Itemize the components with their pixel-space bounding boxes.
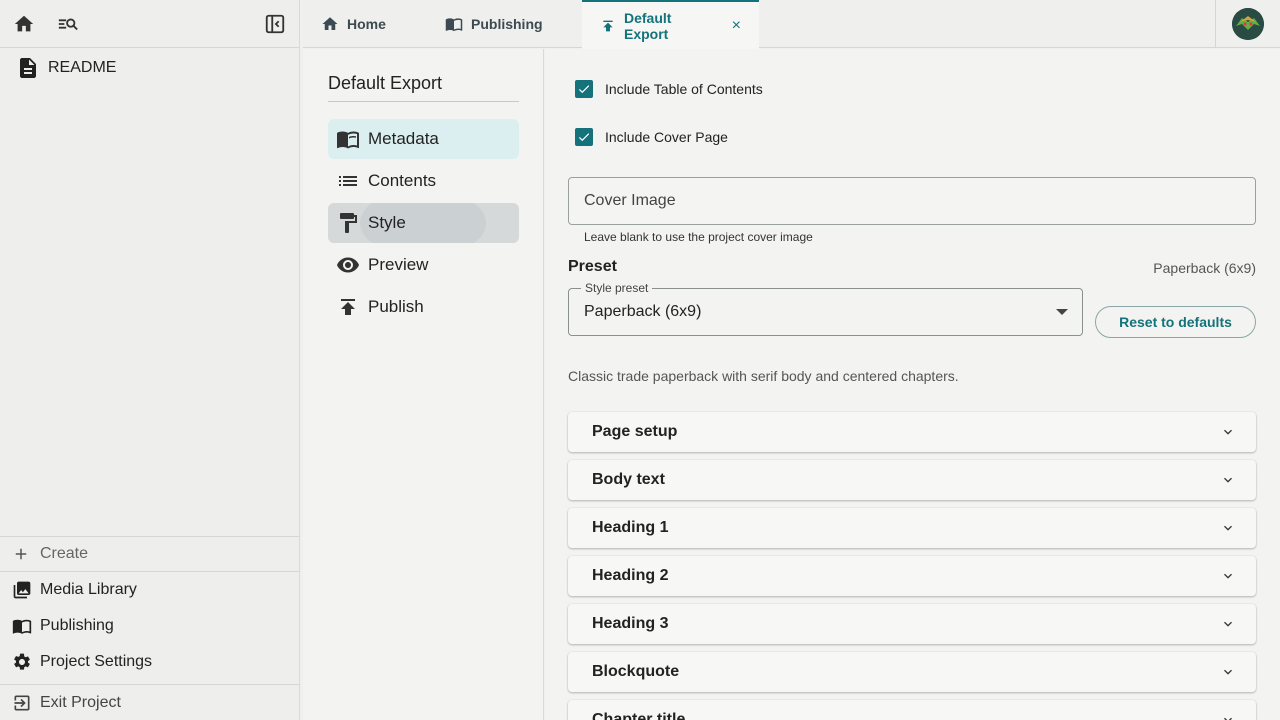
user-menu[interactable] — [1215, 0, 1280, 48]
reset-to-defaults-button[interactable]: Reset to defaults — [1095, 306, 1256, 338]
checkbox-checked[interactable] — [575, 80, 593, 98]
chevron-down-icon — [1224, 669, 1232, 675]
cover-image-field[interactable]: Cover Image — [568, 177, 1256, 225]
exit-project-label: Exit Project — [40, 693, 121, 711]
accordion-title: Heading 1 — [592, 519, 669, 536]
plus-icon — [15, 548, 27, 560]
accordion-heading-1[interactable]: Heading 1 — [568, 508, 1256, 548]
check-icon — [578, 133, 590, 142]
nav-item-label: Preview — [368, 255, 429, 274]
nav-item-preview[interactable]: Preview — [328, 245, 519, 285]
home-icon[interactable] — [12, 12, 36, 36]
avatar[interactable] — [1232, 8, 1264, 40]
preset-heading: Preset — [568, 258, 617, 275]
tab-label: Publishing — [471, 16, 543, 32]
accordion-chapter-title[interactable]: Chapter title — [568, 700, 1256, 720]
style-preset-label: Style preset — [581, 281, 653, 295]
style-preset-value: Paperback (6x9) — [584, 303, 702, 320]
sidebar-item-label: Project Settings — [40, 653, 153, 670]
nav-item-publish[interactable]: Publish — [328, 287, 519, 327]
nav-item-label: Style — [368, 213, 406, 232]
tab-publishing[interactable]: Publishing — [427, 0, 561, 48]
preset-current-value: Paperback (6x9) — [1153, 260, 1256, 276]
accordion-title: Heading 3 — [592, 615, 669, 632]
accordion-blockquote[interactable]: Blockquote — [568, 652, 1256, 692]
tab-home[interactable]: Home — [303, 0, 404, 48]
document-icon — [20, 58, 36, 78]
publishing-icon — [12, 619, 32, 634]
checkbox-label: Include Table of Contents — [605, 81, 763, 97]
accordion-page-setup[interactable]: Page setup — [568, 412, 1256, 452]
accordion-heading-2[interactable]: Heading 2 — [568, 556, 1256, 596]
style-settings-panel: Include Table of Contents Include Cover … — [545, 49, 1280, 720]
publish-icon — [341, 299, 355, 315]
check-icon — [578, 85, 590, 94]
sidebar-item-label: Publishing — [40, 617, 114, 634]
accordion-title: Body text — [592, 471, 665, 488]
tab-default-export[interactable]: Default Export × — [582, 0, 759, 49]
dropdown-caret-icon — [1056, 309, 1068, 315]
chevron-down-icon — [1224, 621, 1232, 627]
sidebar-item-project-settings[interactable]: Project Settings — [0, 644, 300, 680]
accordion-title: Heading 2 — [592, 567, 669, 584]
search-outline-icon[interactable] — [56, 12, 80, 36]
create-button[interactable]: Create — [0, 536, 300, 572]
gear-icon — [14, 653, 30, 670]
exit-icon — [14, 695, 30, 710]
accordion-title: Chapter title — [592, 711, 686, 720]
metadata-book-icon — [337, 131, 359, 149]
divider — [328, 101, 519, 102]
accordion-body-text[interactable]: Body text — [568, 460, 1256, 500]
collapse-sidebar-icon[interactable] — [263, 12, 287, 36]
media-library-icon — [13, 581, 31, 599]
include-cover-page-checkbox[interactable]: Include Cover Page — [575, 128, 728, 146]
include-toc-checkbox[interactable]: Include Table of Contents — [575, 80, 763, 98]
export-nav-panel: Default Export Metadata Contents Style P… — [303, 49, 544, 720]
home-icon — [322, 17, 338, 30]
nav-item-style[interactable]: Style — [328, 203, 519, 243]
preset-description: Classic trade paperback with serif body … — [568, 368, 959, 384]
accordion-title: Blockquote — [592, 663, 680, 680]
create-label: Create — [40, 545, 89, 562]
cover-image-helper: Leave blank to use the project cover ima… — [584, 230, 813, 244]
eye-icon — [337, 257, 359, 273]
cover-image-label: Cover Image — [584, 192, 676, 209]
chevron-down-icon — [1224, 573, 1232, 579]
chevron-down-icon — [1224, 525, 1232, 531]
checkbox-label: Include Cover Page — [605, 129, 728, 145]
sidebar-item-label: Media Library — [40, 581, 137, 598]
chevron-down-icon — [1224, 477, 1232, 483]
checkbox-checked[interactable] — [575, 128, 593, 146]
style-preset-select[interactable]: Style preset Paperback (6x9) — [568, 281, 1083, 336]
nav-item-contents[interactable]: Contents — [328, 161, 519, 201]
accordion-title: Page setup — [592, 423, 678, 440]
close-tab-icon[interactable]: × — [732, 17, 741, 35]
export-title: Default Export — [328, 73, 443, 93]
tab-label: Default Export — [624, 9, 672, 42]
tab-label: Home — [347, 16, 386, 32]
sidebar-item-publishing[interactable]: Publishing — [0, 608, 300, 644]
nav-item-label: Publish — [368, 297, 424, 316]
nav-item-label: Metadata — [368, 129, 439, 148]
tab-bar: Home Publishing Default Export × — [303, 0, 1280, 49]
chevron-down-icon — [1224, 429, 1232, 435]
file-item-readme[interactable]: README — [16, 56, 116, 80]
publish-icon — [603, 20, 613, 31]
exit-project-button[interactable]: Exit Project — [0, 684, 300, 720]
chevron-down-icon — [1224, 717, 1232, 720]
sidebar-item-media-library[interactable]: Media Library — [0, 572, 300, 608]
sidebar-toolbar — [0, 0, 299, 48]
paint-roller-icon — [340, 213, 357, 233]
list-icon — [339, 176, 357, 186]
publishing-icon — [445, 18, 463, 32]
nav-item-label: Contents — [368, 171, 437, 190]
nav-item-metadata[interactable]: Metadata — [328, 119, 519, 159]
file-item-label: README — [48, 59, 117, 76]
accordion-heading-3[interactable]: Heading 3 — [568, 604, 1256, 644]
project-sidebar: README Create Media Library Publishing P… — [0, 0, 300, 720]
